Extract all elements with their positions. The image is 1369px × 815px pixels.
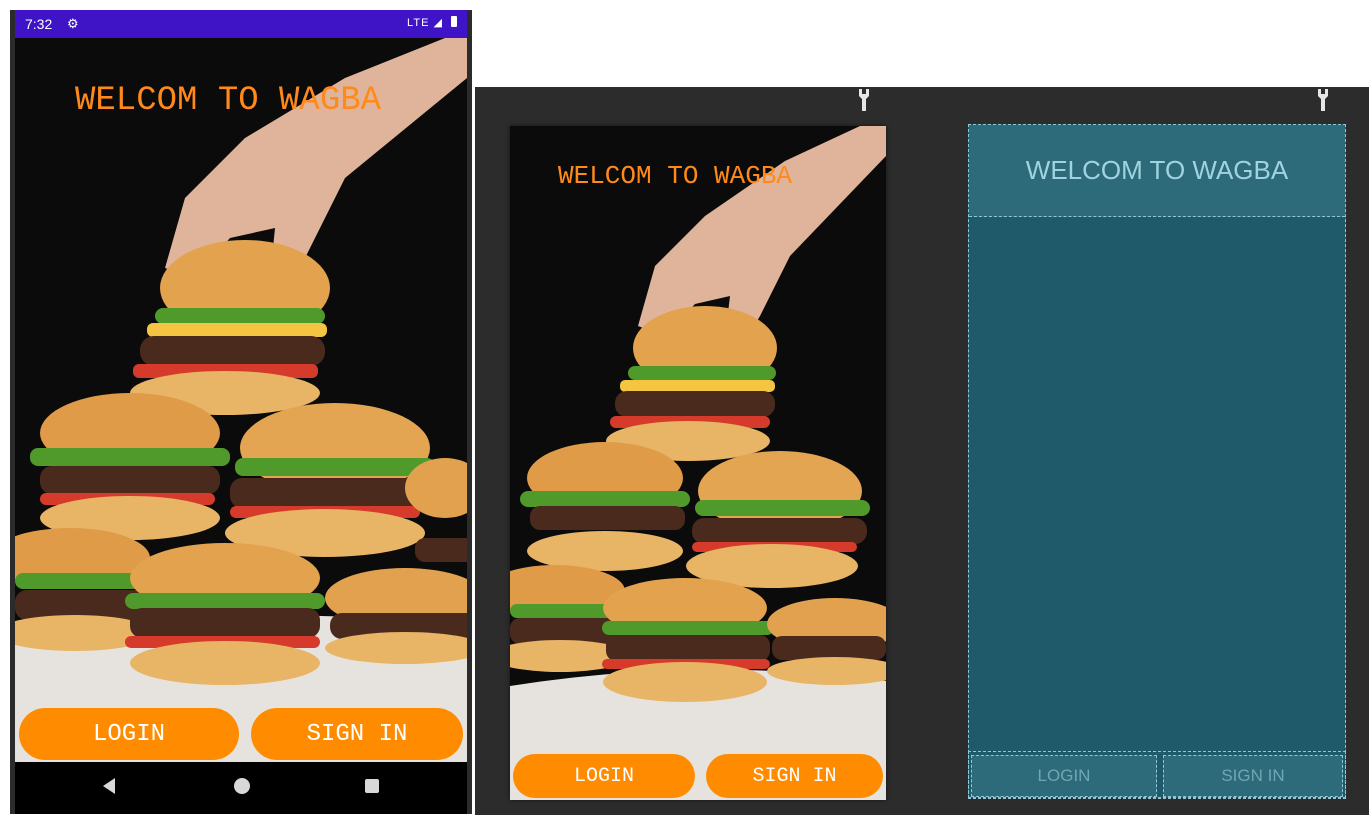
blueprint-view[interactable]: WELCOM TO WAGBA LOGIN SIGN IN [968,124,1346,799]
wrench-icon[interactable] [1317,89,1329,111]
burger-background-image [510,126,886,800]
login-button[interactable]: LOGIN [513,754,695,798]
status-right: LTE ◢ [407,16,457,29]
wrench-icon[interactable] [858,89,870,111]
status-bar: 7:32 ⚙ LTE ◢ [15,10,467,38]
home-icon[interactable] [234,778,250,794]
blueprint-imageview[interactable] [969,217,1345,753]
blueprint-title-textview[interactable]: WELCOM TO WAGBA [969,125,1345,217]
app-screen: 7:32 ⚙ LTE ◢ WELCOM TO WAGBA LOGIN SIGN … [15,10,467,814]
design-preview[interactable]: WELCOM TO WAGBA LOGIN SIGN IN [510,126,886,800]
status-time: 7:32 [25,16,53,32]
signal-icon: ◢ [433,17,443,29]
phone-emulator: 7:32 ⚙ LTE ◢ WELCOM TO WAGBA LOGIN SIGN … [10,10,472,814]
signal-label: LTE [407,17,430,29]
recent-apps-icon[interactable] [365,779,379,793]
settings-gear-icon: ⚙ [67,16,79,31]
blueprint-login-button[interactable]: LOGIN [971,755,1157,797]
sign-in-button[interactable]: SIGN IN [251,708,463,760]
navigation-bar [15,762,467,814]
battery-icon [451,16,457,27]
layout-editor-canvas: WELCOM TO WAGBA LOGIN SIGN IN WELCOM TO … [475,87,1369,815]
blueprint-sign-in-button[interactable]: SIGN IN [1163,755,1343,797]
welcome-title: WELCOM TO WAGBA [558,161,793,191]
login-button[interactable]: LOGIN [19,708,239,760]
back-icon[interactable] [103,778,115,794]
sign-in-button[interactable]: SIGN IN [706,754,883,798]
burger-background-image [15,38,467,762]
welcome-title: WELCOM TO WAGBA [75,82,382,120]
